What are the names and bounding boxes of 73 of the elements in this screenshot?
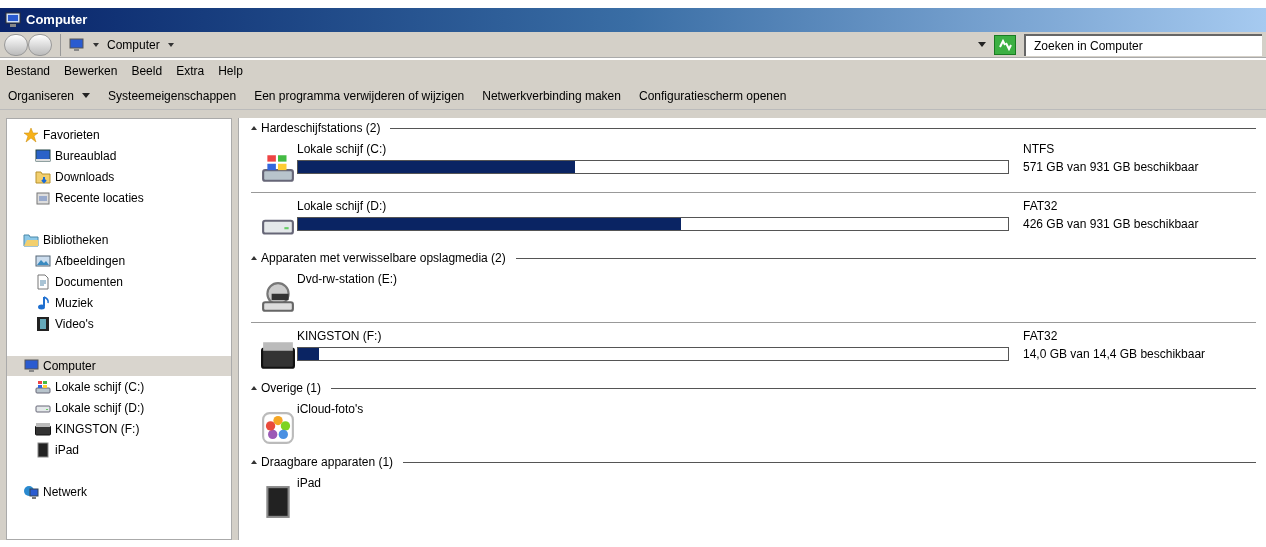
sidebar-item[interactable]: Documenten (7, 271, 231, 292)
toolbar-button[interactable]: Configuratiescherm openen (638, 86, 787, 105)
music-note-icon (35, 294, 51, 311)
menu-item[interactable]: Help (218, 62, 243, 80)
image-icon (35, 252, 51, 269)
search-field[interactable]: Zoeken in Computer (1024, 33, 1262, 56)
drive-name[interactable]: iCloud-foto's (297, 400, 364, 418)
collapse-icon[interactable] (251, 126, 257, 130)
dropdown-icon[interactable] (978, 42, 986, 47)
drive-icon (35, 378, 51, 395)
toolbar-button[interactable]: Organiseren (8, 86, 91, 105)
sidebar-item[interactable]: Netwerk (7, 482, 231, 502)
network-icon (23, 484, 39, 500)
free-space: 426 GB van 931 GB beschikbaar (1023, 216, 1199, 233)
caret-icon (93, 42, 99, 47)
menu-item[interactable]: Beeld (131, 62, 163, 80)
group-heading[interactable]: Apparaten met verwisselbare opslagmedia (2) (261, 249, 506, 267)
collapse-icon[interactable] (251, 386, 257, 390)
sidebar-item[interactable]: Video's (7, 313, 231, 334)
file-system: FAT32 (1023, 328, 1059, 345)
sidebar-item[interactable]: Lokale schijf (D:) (7, 397, 231, 418)
sidebar-item[interactable]: Downloads (7, 166, 231, 187)
computer-icon (23, 358, 39, 374)
toolbar-button[interactable]: Een programma verwijderen of wijzigen (254, 86, 465, 105)
forward-button[interactable] (28, 33, 52, 56)
caret-icon (167, 42, 174, 47)
sidebar-item[interactable]: KINGSTON (F:) (7, 418, 231, 439)
document-icon (35, 273, 51, 290)
menu-item[interactable]: Bewerken (64, 62, 118, 80)
sidebar-item[interactable]: Favorieten (7, 125, 231, 145)
film-icon (35, 315, 51, 332)
tablet-icon (35, 441, 51, 458)
back-button[interactable] (4, 33, 28, 56)
folder-icon (23, 232, 39, 248)
sidebar-item[interactable]: Afbeeldingen (7, 250, 231, 271)
address-path: Computer (107, 36, 160, 54)
toolbar-button[interactable]: Systeemeigenschappen (108, 86, 237, 105)
caret-icon (82, 93, 91, 98)
window-title: Computer (26, 11, 88, 30)
sidebar-item[interactable]: Bureaublad (7, 145, 231, 166)
computer-icon (69, 37, 85, 52)
drive-name[interactable]: Dvd-rw-station (E:) (297, 270, 397, 288)
file-system: FAT32 (1023, 198, 1059, 215)
star-icon (23, 127, 39, 143)
sidebar-item[interactable]: Recente locaties (7, 187, 231, 208)
drive-name[interactable]: Lokale schijf (D:) (297, 197, 387, 215)
file-system: NTFS (1023, 141, 1056, 158)
group-heading[interactable]: Hardeschijfstations (2) (261, 119, 381, 137)
refresh-icon[interactable] (994, 34, 1016, 55)
group-heading[interactable]: Draagbare apparaten (1) (261, 453, 394, 471)
toolbar-button[interactable]: Netwerkverbinding maken (482, 86, 621, 105)
group-heading[interactable]: Overige (1) (261, 379, 322, 397)
address-field[interactable]: Computer (60, 33, 970, 56)
sidebar-item[interactable]: Computer (7, 356, 231, 376)
drive-icon (35, 420, 51, 437)
menu-item[interactable]: Extra (176, 62, 205, 80)
drive-name[interactable]: iPad (297, 474, 322, 492)
flower-icon (261, 411, 295, 445)
free-space: 14,0 GB van 14,4 GB beschikbaar (1023, 346, 1206, 363)
folder-icon (35, 168, 51, 185)
sidebar-item[interactable]: Lokale schijf (C:) (7, 376, 231, 397)
menu-item[interactable]: Bestand (6, 62, 51, 80)
dvd-drive-icon (261, 281, 295, 315)
collapse-icon[interactable] (251, 460, 257, 464)
sidebar-item[interactable]: Bibliotheken (7, 230, 231, 250)
collapse-icon[interactable] (251, 256, 257, 260)
drive-name[interactable]: KINGSTON (F:) (297, 327, 382, 345)
monitor-icon (35, 147, 51, 164)
free-space: 571 GB van 931 GB beschikbaar (1023, 159, 1199, 176)
sidebar-item[interactable]: iPad (7, 439, 231, 460)
computer-icon (4, 12, 22, 28)
drive-name[interactable]: Lokale schijf (C:) (297, 140, 387, 158)
sidebar-item[interactable]: Muziek (7, 292, 231, 313)
